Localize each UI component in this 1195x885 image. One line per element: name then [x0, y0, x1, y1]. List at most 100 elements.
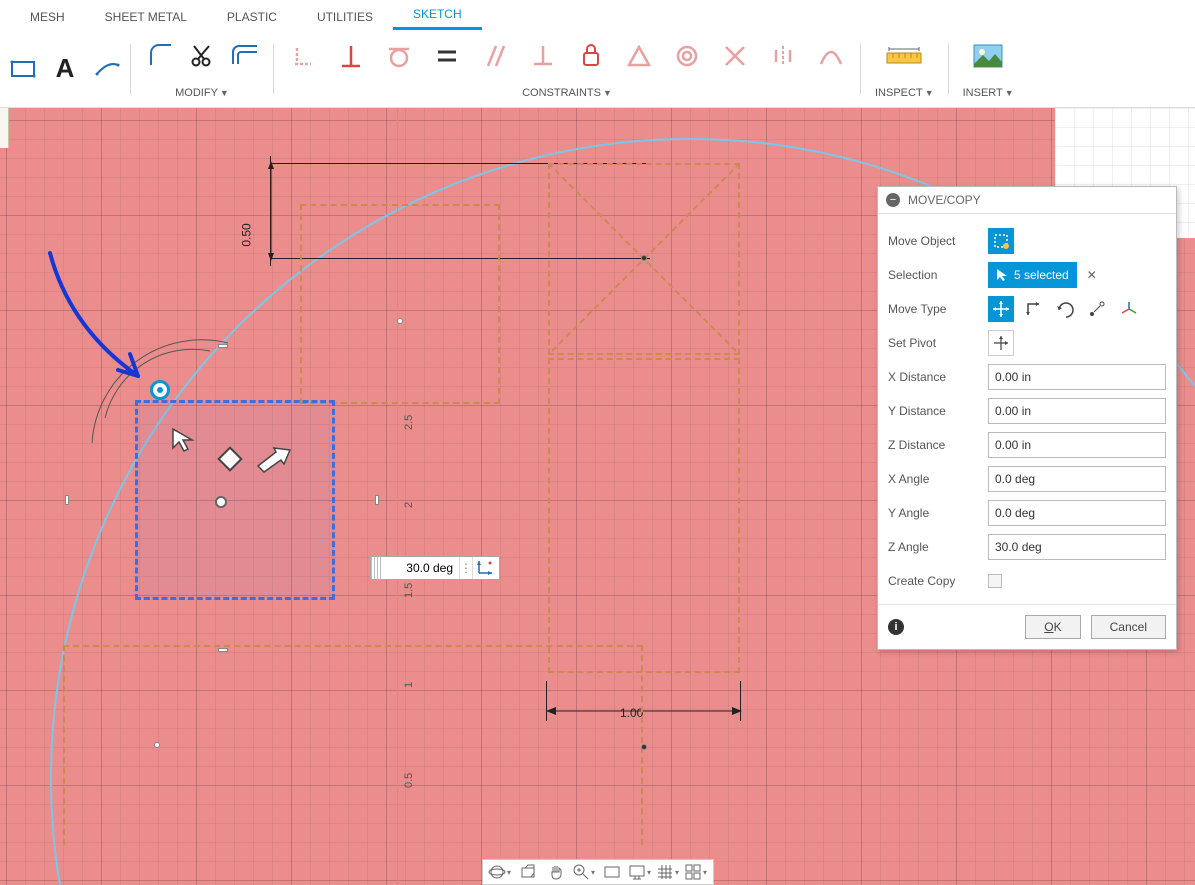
rotate-handle-icon[interactable] — [214, 443, 244, 478]
insert-label[interactable]: INSERT ▼ — [963, 87, 1014, 103]
inspect-label[interactable]: INSPECT ▼ — [875, 87, 934, 103]
midpoint-tick — [65, 495, 69, 505]
move-arrow-icon[interactable] — [256, 446, 292, 479]
move-type-xyz-button[interactable] — [1116, 296, 1142, 322]
move-object-mode-button[interactable] — [988, 228, 1014, 254]
midpoint-tick — [375, 495, 379, 505]
tab-utilities[interactable]: UTILITIES — [297, 4, 393, 30]
insert-image-icon[interactable] — [971, 41, 1005, 71]
rectangle-tool-icon[interactable] — [8, 54, 38, 84]
tab-plastic[interactable]: PLASTIC — [207, 4, 297, 30]
ruler-1: 1 — [403, 682, 415, 688]
move-type-free-button[interactable] — [988, 296, 1014, 322]
create-copy-checkbox[interactable] — [988, 574, 1002, 588]
center-point[interactable] — [215, 496, 227, 508]
vertical-constraint-icon[interactable] — [336, 41, 366, 71]
zoom-icon[interactable]: ▾ — [571, 861, 597, 883]
angle-input-menu[interactable]: ⋮ — [459, 557, 473, 579]
ruler-2: 2 — [403, 502, 415, 508]
grid-settings-icon[interactable]: ▾ — [655, 861, 681, 883]
move-type-rotate-button[interactable] — [1052, 296, 1078, 322]
x-angle-label: X Angle — [888, 472, 980, 486]
move-type-point-button[interactable] — [1084, 296, 1110, 322]
panel-header[interactable]: − MOVE/COPY — [878, 187, 1176, 214]
line-tool-icon[interactable] — [92, 54, 122, 84]
text-tool-icon[interactable]: A — [50, 54, 80, 84]
angle-input-field[interactable] — [383, 559, 459, 577]
tab-sheet-metal[interactable]: SHEET METAL — [85, 4, 207, 30]
panel-title: MOVE/COPY — [908, 193, 981, 207]
sketch-point — [641, 744, 647, 750]
view-navbar: ▾ ▾ ▾ ▾ ▾ — [482, 859, 714, 885]
dim-050-value: 0.50 — [240, 223, 254, 246]
x-distance-label: X Distance — [888, 370, 980, 384]
move-object-label: Move Object — [888, 234, 980, 248]
move-copy-panel: − MOVE/COPY Move Object Selection 5 sele… — [877, 186, 1177, 650]
offset-tool-icon[interactable] — [229, 41, 259, 71]
tab-sketch[interactable]: SKETCH — [393, 1, 482, 30]
selection-label: Selection — [888, 268, 980, 282]
sketch-point — [641, 255, 647, 261]
midpoint-tick — [218, 648, 228, 652]
symmetry-constraint-icon[interactable] — [768, 41, 798, 71]
sketch-canvas[interactable]: 0.50 1.00 — [0, 108, 1195, 885]
curvature-constraint-icon[interactable] — [816, 41, 846, 71]
ruler-2-5: 2.5 — [403, 415, 415, 430]
perpendicular-constraint-icon[interactable] — [528, 41, 558, 71]
concentric-constraint-icon[interactable] — [672, 41, 702, 71]
y-angle-label: Y Angle — [888, 506, 980, 520]
trim-tool-icon[interactable] — [187, 41, 217, 71]
measure-tool-icon[interactable] — [884, 41, 924, 71]
x-distance-input[interactable] — [988, 364, 1166, 390]
cancel-button[interactable]: Cancel — [1091, 615, 1166, 639]
fillet-tool-icon[interactable] — [145, 41, 175, 71]
ok-button[interactable]: OK — [1025, 615, 1080, 639]
look-at-icon[interactable] — [515, 861, 541, 883]
pan-icon[interactable] — [543, 861, 569, 883]
ruler-0-5: 0.5 — [403, 773, 415, 788]
angle-input-widget[interactable]: ⋮ — [370, 556, 500, 580]
z-distance-input[interactable] — [988, 432, 1166, 458]
equal-constraint-icon[interactable] — [432, 41, 462, 71]
sketch-point — [397, 318, 403, 324]
drag-grip-icon[interactable] — [371, 557, 383, 579]
y-angle-input[interactable] — [988, 500, 1166, 526]
constraints-label[interactable]: CONSTRAINTS ▼ — [522, 87, 612, 103]
inspect-group: INSPECT ▼ — [869, 30, 940, 107]
dashed-rect-3 — [548, 358, 740, 673]
z-angle-input[interactable] — [988, 534, 1166, 560]
modify-label[interactable]: MODIFY ▼ — [175, 87, 229, 103]
move-type-translate-button[interactable] — [1020, 296, 1046, 322]
set-pivot-label: Set Pivot — [888, 336, 980, 350]
parallel-constraint-icon[interactable] — [480, 41, 510, 71]
display-icon[interactable]: ▾ — [627, 861, 653, 883]
fix-constraint-icon[interactable] — [576, 41, 606, 71]
insert-group: INSERT ▼ — [957, 30, 1020, 107]
midpoint-tick — [218, 344, 228, 348]
horizontal-constraint-icon[interactable] — [288, 41, 318, 71]
toolbar: A MODIFY ▼ — [0, 30, 1195, 108]
clear-selection-icon[interactable]: ✕ — [1083, 268, 1101, 282]
y-distance-label: Y Distance — [888, 404, 980, 418]
tab-mesh[interactable]: MESH — [10, 4, 85, 30]
info-icon[interactable]: i — [888, 619, 904, 635]
z-angle-label: Z Angle — [888, 540, 980, 554]
move-cursor-icon[interactable] — [170, 426, 198, 459]
y-distance-input[interactable] — [988, 398, 1166, 424]
collinear-constraint-icon[interactable] — [720, 41, 750, 71]
set-pivot-button[interactable] — [988, 330, 1014, 356]
create-copy-label: Create Copy — [888, 574, 980, 588]
dashed-rect-1 — [300, 204, 500, 404]
move-type-label: Move Type — [888, 302, 980, 316]
dashed-rect-4 — [63, 645, 643, 845]
midpoint-constraint-icon[interactable] — [624, 41, 654, 71]
tangent-constraint-icon[interactable] — [384, 41, 414, 71]
fit-icon[interactable] — [599, 861, 625, 883]
selection-chip[interactable]: 5 selected — [988, 262, 1077, 288]
angle-axis-icon[interactable] — [473, 558, 499, 579]
orbit-icon[interactable]: ▾ — [487, 861, 513, 883]
viewports-icon[interactable]: ▾ — [683, 861, 709, 883]
constraints-group: CONSTRAINTS ▼ — [282, 30, 852, 107]
collapse-icon[interactable]: − — [886, 193, 900, 207]
x-angle-input[interactable] — [988, 466, 1166, 492]
